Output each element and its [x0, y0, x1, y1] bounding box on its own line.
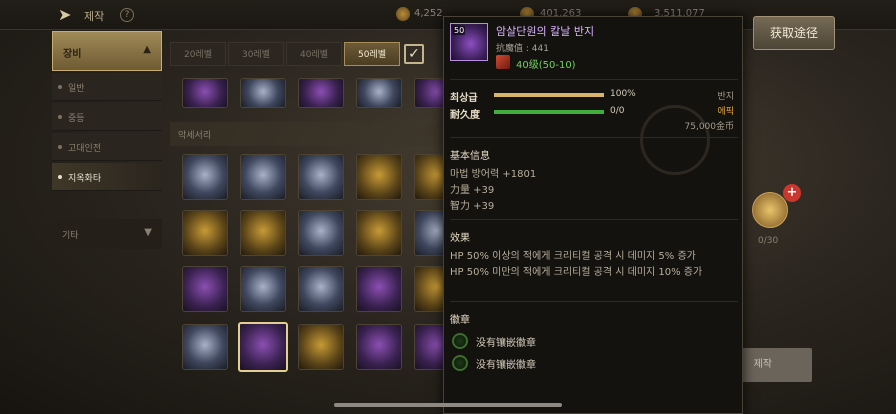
durability-label: 耐久度 [450, 110, 480, 121]
item-slot[interactable] [356, 78, 402, 108]
divider [450, 79, 738, 80]
item-slot[interactable] [298, 266, 344, 312]
acquire-route-button[interactable]: 获取途径 [753, 16, 835, 50]
effect-line: HP 50% 미만의 적에게 크리티컬 공격 시 데미지 10% 증가 [450, 267, 703, 278]
emblem-slot-text: 没有镶嵌徽章 [476, 360, 536, 371]
item-slot[interactable] [356, 154, 402, 200]
stat-line: 마법 방어력 +1801 [450, 169, 537, 180]
item-icon: 50 [450, 23, 488, 61]
section-title: 악세서리 [178, 131, 212, 141]
item-slot[interactable] [182, 266, 228, 312]
item-price: 75,000金币 [684, 122, 735, 132]
durability-bar-fill [494, 110, 604, 114]
emblem-slot-icon [452, 333, 468, 349]
divider [450, 301, 738, 302]
item-slot[interactable] [182, 78, 228, 108]
quality-value: 100% [610, 89, 636, 99]
item-name: 암살단원의 칼날 반지 [496, 25, 595, 38]
divider [450, 219, 738, 220]
item-slot[interactable] [182, 324, 228, 370]
menu-item-label: 중등 [68, 114, 85, 124]
tab-level-30[interactable]: 30레벨 [228, 42, 284, 66]
item-grade: 에픽 [717, 107, 734, 117]
plus-icon[interactable]: + [783, 184, 801, 202]
item-slot-selected[interactable] [238, 322, 288, 372]
bullet-icon [58, 175, 62, 179]
item-slot[interactable] [356, 210, 402, 256]
emblem-slot-text: 没有镶嵌徽章 [476, 338, 536, 349]
tab-level-20[interactable]: 20레벨 [170, 42, 226, 66]
emblem-slot-icon [452, 355, 468, 371]
back-arrow-icon[interactable]: ➤ [58, 6, 78, 24]
item-slot[interactable] [240, 210, 286, 256]
class-icon [496, 55, 510, 69]
item-slot[interactable] [356, 324, 402, 370]
menu-item-middle[interactable]: 중등 [52, 103, 162, 131]
item-slot[interactable] [240, 154, 286, 200]
menu-item-hell[interactable]: 지옥화타 [52, 163, 162, 191]
moon-currency-icon [396, 7, 410, 21]
menu-item-normal[interactable]: 일반 [52, 73, 162, 101]
item-tooltip: 50 암살단원의 칼날 반지 抗魔值 : 441 40级(50-10) 최상급 … [443, 16, 743, 414]
slot-count: 0/30 [758, 236, 779, 246]
section-header [170, 122, 460, 146]
menu-item-label: 지옥화타 [68, 174, 102, 184]
item-slot[interactable] [298, 78, 344, 108]
effect-title: 效果 [450, 233, 470, 244]
item-slot[interactable] [182, 210, 228, 256]
chevron-down-icon: ▼ [144, 227, 152, 238]
level-requirement: 40级(50-10) [516, 60, 576, 71]
basic-info-title: 基本信息 [450, 151, 490, 162]
emblem-title: 徽章 [450, 315, 470, 326]
page-title: 제작 [84, 10, 105, 23]
currency-amount-1: 4,252 [414, 8, 443, 19]
quality-bar [494, 93, 604, 97]
magic-resist: 抗魔值 : 441 [496, 44, 549, 54]
item-icon-level: 50 [453, 26, 466, 35]
item-slot[interactable] [298, 324, 344, 370]
durability-value: 0/0 [610, 106, 625, 116]
item-slot[interactable] [298, 154, 344, 200]
item-slot[interactable] [240, 78, 286, 108]
category-header-label: 장비 [63, 49, 82, 60]
quality-label: 최상급 [450, 93, 478, 104]
filter-checkbox[interactable]: ✓ [404, 44, 424, 64]
emblem-watermark [640, 105, 710, 175]
bullet-icon [58, 115, 62, 119]
category-header[interactable]: 장비 ▲ [52, 31, 162, 71]
stat-line: 智力 +39 [450, 201, 495, 212]
pet-slot-icon[interactable] [752, 192, 788, 228]
menu-item-label: 일반 [68, 84, 85, 94]
chevron-up-icon: ▲ [143, 44, 151, 55]
effect-line: HP 50% 이상의 적에게 크리티컬 공격 시 데미지 5% 증가 [450, 251, 696, 262]
menu-more[interactable]: 기타 ▼ [52, 219, 162, 249]
tab-level-50[interactable]: 50레벨 [344, 42, 400, 66]
menu-more-label: 기타 [62, 231, 79, 241]
item-slot[interactable] [356, 266, 402, 312]
help-icon[interactable]: ? [120, 8, 134, 22]
bullet-icon [58, 145, 62, 149]
tab-level-40[interactable]: 40레벨 [286, 42, 342, 66]
category-menu: 장비 ▲ 일반 중등 고대인전 지옥화타 기타 ▼ [52, 31, 162, 251]
menu-item-label: 고대인전 [68, 144, 102, 154]
item-slot[interactable] [182, 154, 228, 200]
quality-bar-fill [494, 93, 604, 97]
item-slot[interactable] [240, 266, 286, 312]
stat-line: 力量 +39 [450, 185, 495, 196]
divider [450, 137, 738, 138]
menu-item-ancient[interactable]: 고대인전 [52, 133, 162, 161]
bullet-icon [58, 85, 62, 89]
durability-bar [494, 110, 604, 114]
item-type: 반지 [717, 92, 734, 102]
home-indicator[interactable] [334, 403, 562, 407]
item-slot[interactable] [298, 210, 344, 256]
